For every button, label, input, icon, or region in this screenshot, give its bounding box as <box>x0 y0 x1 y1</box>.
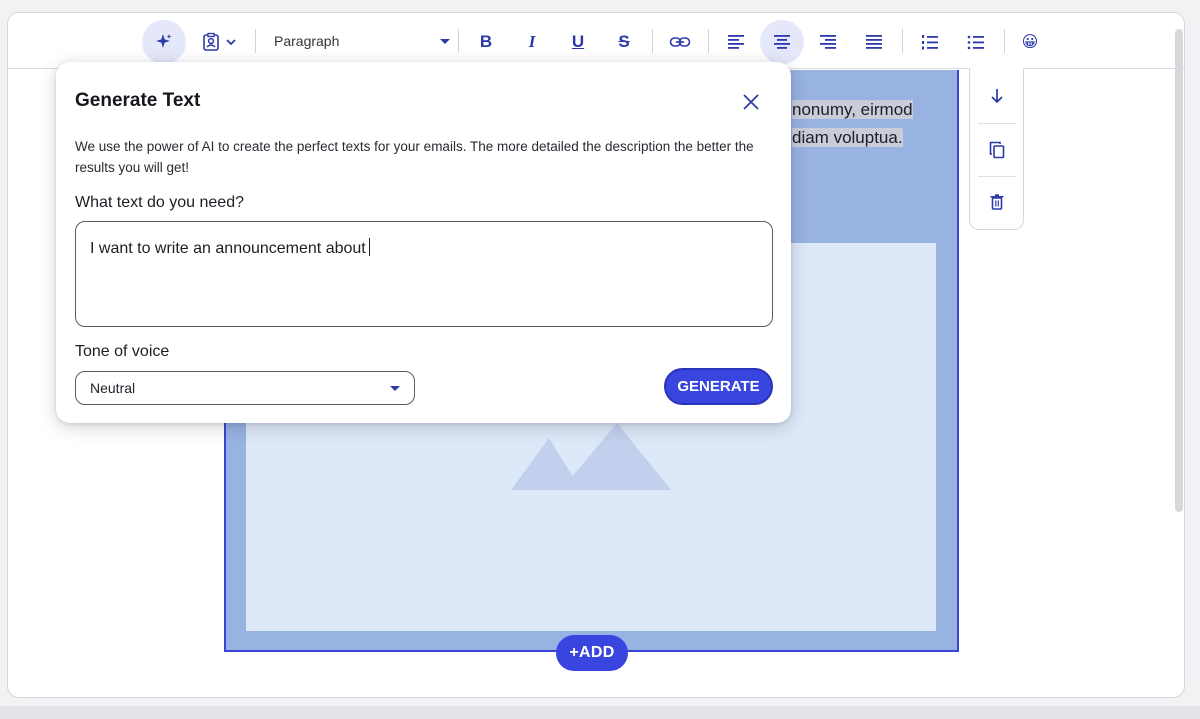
bold-button[interactable]: B <box>464 20 508 64</box>
strikethrough-button[interactable]: S <box>602 20 646 64</box>
align-right-button[interactable] <box>806 20 850 64</box>
emoji-button[interactable]: 😀 <box>1008 20 1052 64</box>
block-text[interactable]: nonumy, eirmod diam voluptua. <box>792 96 952 152</box>
ordered-list-button[interactable] <box>908 20 952 64</box>
caret-down-icon <box>440 39 450 44</box>
toolbar-divider <box>652 29 653 53</box>
duplicate-button[interactable] <box>970 124 1023 176</box>
block-side-tools <box>969 68 1024 230</box>
italic-icon: I <box>528 32 536 51</box>
align-justify-button[interactable] <box>852 20 896 64</box>
caret-down-icon <box>390 386 400 391</box>
ai-sparkle-icon <box>156 34 172 48</box>
dialog-title: Generate Text <box>75 90 201 111</box>
prompt-label: What text do you need? <box>75 194 244 211</box>
align-center-button[interactable] <box>760 20 804 64</box>
block-text-line: diam voluptua. <box>792 128 903 147</box>
align-right-icon <box>820 35 836 49</box>
delete-icon <box>990 194 1003 210</box>
dialog-description: We use the power of AI to create the per… <box>75 139 754 175</box>
generate-text-dialog: Generate Text We use the power of AI to … <box>56 62 791 423</box>
image-placeholder-icon <box>511 423 671 490</box>
delete-button[interactable] <box>970 176 1023 228</box>
underline-icon: U <box>571 32 585 51</box>
ai-sparkle-button[interactable] <box>142 20 186 64</box>
toolbar-divider <box>458 29 459 53</box>
paragraph-style-value: Paragraph <box>274 33 340 49</box>
toolbar-divider <box>902 29 903 53</box>
link-icon <box>669 37 691 47</box>
chevron-down-icon <box>226 39 236 46</box>
align-left-icon <box>728 35 744 49</box>
editor-toolbar: Paragraph B I U S 😀 <box>8 13 1184 69</box>
toolbar-divider <box>708 29 709 53</box>
move-down-icon <box>990 89 1003 104</box>
personalize-button[interactable] <box>194 20 244 64</box>
prompt-textarea[interactable]: I want to write an announcement about <box>75 221 773 327</box>
bottom-strip <box>0 706 1200 719</box>
bold-icon: B <box>479 32 493 51</box>
align-left-button[interactable] <box>714 20 758 64</box>
align-center-icon <box>774 35 790 49</box>
tone-select[interactable]: Neutral <box>75 371 415 405</box>
close-button[interactable] <box>739 90 763 114</box>
italic-button[interactable]: I <box>510 20 554 64</box>
vertical-scrollbar[interactable] <box>1175 29 1183 512</box>
emoji-icon: 😀 <box>1021 34 1039 51</box>
toolbar-divider <box>1004 29 1005 53</box>
close-icon <box>743 94 759 110</box>
text-cursor <box>368 238 370 256</box>
ordered-list-icon <box>922 35 938 50</box>
generate-button[interactable]: GENERATE <box>664 368 773 405</box>
personalize-icon <box>203 32 219 51</box>
move-down-button[interactable] <box>970 70 1023 122</box>
align-justify-icon <box>866 35 882 49</box>
paragraph-style-select[interactable]: Paragraph <box>266 27 456 55</box>
duplicate-icon <box>989 141 1004 159</box>
tone-label: Tone of voice <box>75 343 170 360</box>
prompt-value: I want to write an announcement about <box>90 240 366 257</box>
bullet-list-button[interactable] <box>954 20 998 64</box>
bullet-list-icon <box>967 35 984 50</box>
strikethrough-icon: S <box>618 32 630 51</box>
link-button[interactable] <box>658 20 702 64</box>
toolbar-divider <box>255 29 256 53</box>
block-text-line: nonumy, eirmod <box>792 100 913 119</box>
add-block-button[interactable]: +ADD <box>556 635 628 671</box>
underline-button[interactable]: U <box>556 20 600 64</box>
tone-value: Neutral <box>90 380 136 396</box>
